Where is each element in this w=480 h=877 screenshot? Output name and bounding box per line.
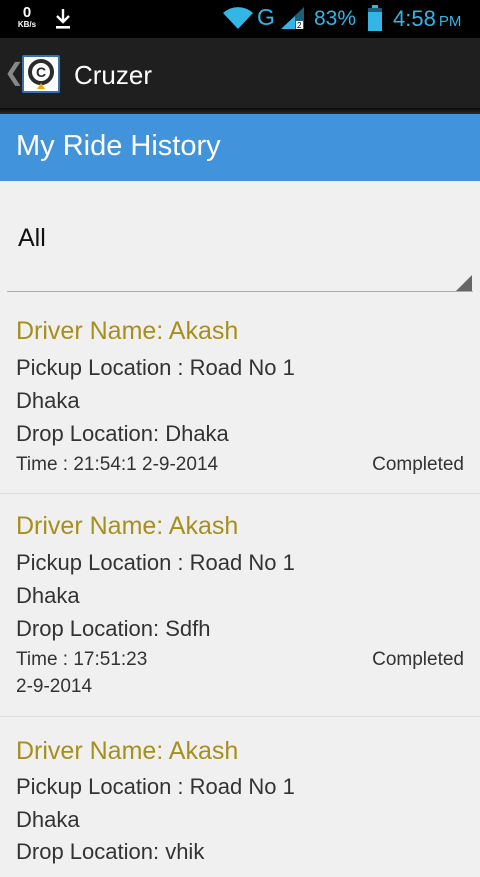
- filter-selected-value[interactable]: All: [18, 224, 46, 253]
- net-speed-indicator: 0 KB/s: [16, 5, 38, 29]
- signal-icon: 2: [279, 6, 305, 35]
- ride-item[interactable]: Driver Name: Akash Pickup Location : Roa…: [0, 717, 480, 877]
- filter-underline: [7, 291, 473, 292]
- ride-item[interactable]: Driver Name: Akash Pickup Location : Roa…: [0, 494, 480, 717]
- network-type: G: [257, 4, 275, 30]
- ride-status: Completed: [372, 454, 464, 475]
- app-title: Cruzer: [74, 60, 153, 90]
- clock: 4:58 PM: [393, 6, 461, 32]
- action-bar: ❮ C Cruzer: [0, 38, 480, 108]
- svg-text:2: 2: [297, 21, 302, 30]
- ride-date: 2-9-2014: [16, 676, 93, 697]
- ride-time: Time : 21:54:1 2-9-2014: [16, 454, 219, 475]
- wifi-icon: [222, 6, 254, 35]
- app-logo[interactable]: C: [22, 55, 60, 93]
- ride-item[interactable]: Driver Name: Akash Pickup Location : Roa…: [0, 297, 480, 494]
- status-bar: 0 KB/s G 2 83% 4:58 PM: [0, 0, 480, 38]
- logo-letter: C: [36, 64, 46, 80]
- battery-percent: 83%: [314, 7, 357, 30]
- ride-filter-spinner[interactable]: All: [0, 181, 480, 295]
- pickup-location: Pickup Location : Road No 1: [16, 774, 295, 799]
- net-speed-unit: KB/s: [17, 20, 37, 29]
- clock-ampm: PM: [438, 13, 462, 30]
- ride-time: Time : 17:51:23: [16, 649, 148, 670]
- pickup-location: Pickup Location : Road No 1: [16, 355, 295, 380]
- page-header: My Ride History: [0, 114, 480, 181]
- battery-icon: [367, 5, 383, 37]
- ride-status: Completed: [372, 649, 464, 670]
- clock-time: 4:58: [393, 6, 436, 31]
- page-title: My Ride History: [16, 130, 221, 162]
- driver-name: Driver Name: Akash: [16, 317, 239, 345]
- drop-location: Drop Location: vhik: [16, 839, 205, 864]
- driver-name: Driver Name: Akash: [16, 512, 239, 540]
- drop-location: Drop Location: Sdfh: [16, 616, 211, 641]
- pickup-location-cont: Dhaka: [16, 807, 80, 832]
- driver-name: Driver Name: Akash: [16, 737, 239, 765]
- drop-location: Drop Location: Dhaka: [16, 421, 229, 446]
- net-speed-value: 0: [22, 4, 32, 21]
- pickup-location-cont: Dhaka: [16, 388, 80, 413]
- pickup-location: Pickup Location : Road No 1: [16, 550, 295, 575]
- dropdown-arrow-icon[interactable]: [456, 275, 472, 291]
- download-icon: [54, 8, 72, 35]
- pickup-location-cont: Dhaka: [16, 583, 80, 608]
